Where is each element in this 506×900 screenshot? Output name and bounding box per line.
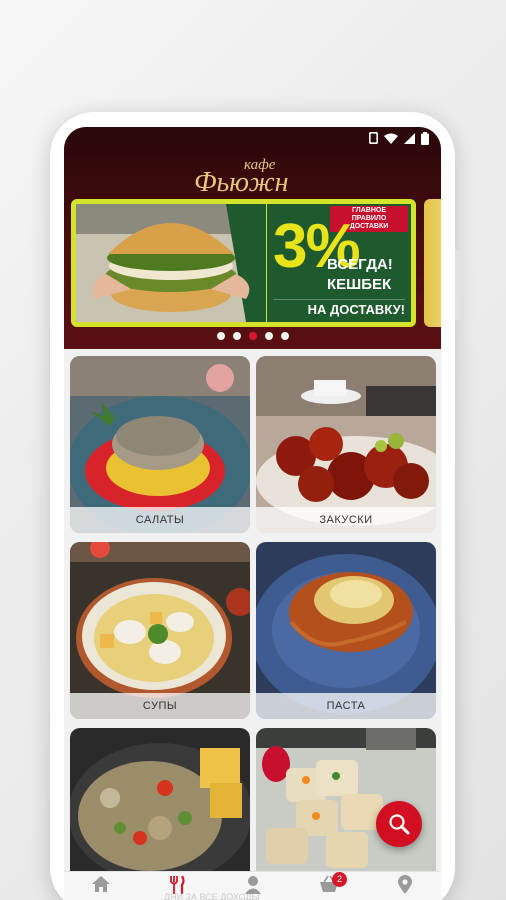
cashback-panel: ГЛАВНОЕ ПРАВИЛО ДОСТАВКИ 3% ВСЕГДА! КЕШБ… [267,204,411,322]
status-bar [64,127,441,149]
search-icon [389,814,410,835]
search-fab[interactable] [376,801,422,847]
header: кафе Фьюжн ГЛАВНОЕ ПРАВИЛО ДОСТАВКИ 3% В… [64,127,441,349]
category-tile-hot-dishes[interactable] [70,728,250,872]
category-label: ЗАКУСКИ [256,507,436,533]
rolls-photo [256,728,436,872]
category-tile-rolls[interactable] [256,728,436,872]
battery-icon [421,131,429,145]
hot-dish-photo [70,728,250,872]
sim-icon [369,132,378,144]
carousel-dot-active[interactable] [248,332,257,340]
category-label: ПАСТА [256,693,436,719]
nav-profile[interactable] [238,875,268,899]
phone-volume-button [455,250,461,320]
cashback-delivery: НА ДОСТАВКУ! [273,299,405,317]
wifi-icon [384,133,398,144]
category-label: САЛАТЫ [70,507,250,533]
category-label: СУПЫ [70,693,250,719]
cart-badge: 2 [332,872,347,887]
home-icon [92,876,110,892]
carousel-indicator [64,332,441,340]
carousel-dot[interactable] [216,332,225,340]
nav-cart[interactable]: 2 [314,872,347,899]
nav-home[interactable] [86,875,116,899]
category-tile-pasta[interactable]: ПАСТА [256,542,436,719]
carousel-dot[interactable] [280,332,289,340]
app-screen: кафе Фьюжн ГЛАВНОЕ ПРАВИЛО ДОСТАВКИ 3% В… [64,127,441,900]
cashback-word: КЕШБЕК [327,276,392,293]
location-pin-icon [398,875,412,894]
user-icon [245,876,261,894]
promo-banner[interactable]: ГЛАВНОЕ ПРАВИЛО ДОСТАВКИ 3% ВСЕГДА! КЕШБ… [71,199,416,327]
next-banner-peek[interactable] [424,199,441,327]
logo-big-text: Фьюжн [194,167,289,198]
cashback-always: ВСЕГДА! [327,256,393,273]
cafe-logo[interactable]: кафе Фьюжн [194,157,314,198]
signal-icon [404,132,415,144]
burger-photo [76,204,266,322]
category-tile-soups[interactable]: СУПЫ [70,542,250,719]
nav-location[interactable] [390,875,420,899]
carousel-dot[interactable] [264,332,273,340]
category-tile-snacks[interactable]: ЗАКУСКИ [256,356,436,533]
bottom-nav: ДНИ ЗА ВСЕ ДОХОДЫ 2 [64,871,441,900]
category-tile-salads[interactable]: САЛАТЫ [70,356,250,533]
carousel-dot[interactable] [232,332,241,340]
